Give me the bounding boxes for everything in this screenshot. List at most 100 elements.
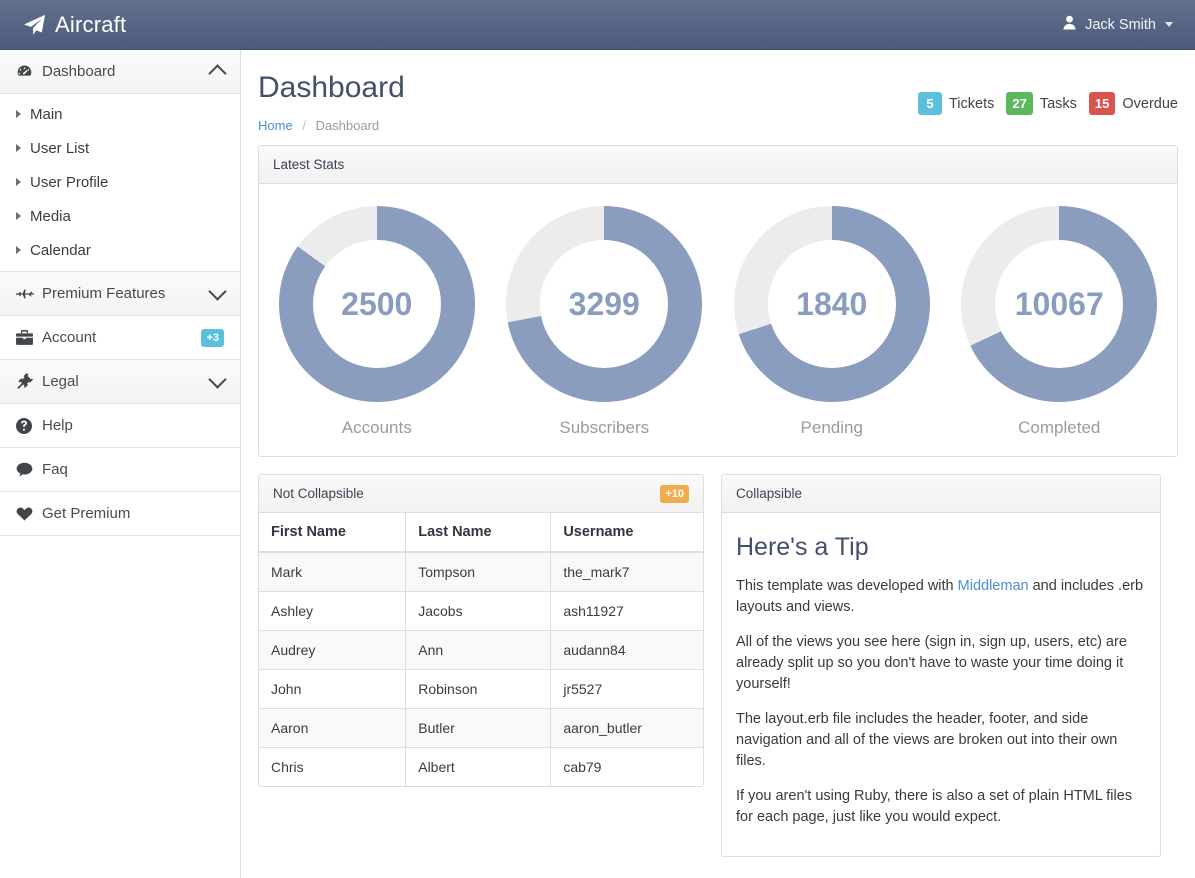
heart-icon (16, 506, 38, 521)
tip-paragraph-4: If you aren't using Ruby, there is also … (736, 788, 1133, 825)
user-menu[interactable]: Jack Smith (1062, 15, 1173, 34)
sidebar-item-help[interactable]: Help (0, 404, 240, 448)
not-collapsible-title: Not Collapsible (273, 486, 364, 501)
user-icon (1062, 15, 1077, 34)
sidebar: Dashboard Main User List User Profile Me… (0, 50, 241, 878)
column-header-first-name: First Name (259, 513, 407, 553)
sidebar-item-dashboard[interactable]: Dashboard (0, 50, 240, 94)
collapsible-panel-header[interactable]: Collapsible (722, 475, 1160, 513)
not-collapsible-panel: Not Collapsible +10 First Name Last Name… (258, 474, 704, 787)
caret-right-icon (16, 212, 21, 220)
page-header: Dashboard Home / Dashboard 5 Tickets 27 … (241, 50, 1195, 145)
donut-value: 2500 (312, 240, 441, 368)
sidebar-item-label: Legal (42, 373, 79, 390)
tickets-label: Tickets (948, 95, 995, 112)
sidebar-subitem-user-profile[interactable]: User Profile (0, 165, 240, 199)
comment-icon (16, 462, 38, 477)
sidebar-subitem-user-list[interactable]: User List (0, 131, 240, 165)
cell-last-name: Albert (405, 747, 552, 786)
tickets-count-badge: 5 (917, 92, 942, 115)
paper-plane-icon (24, 14, 46, 36)
sidebar-subitem-media[interactable]: Media (0, 199, 240, 233)
gavel-icon (16, 373, 38, 390)
sidebar-item-legal[interactable]: Legal (0, 360, 240, 404)
sidebar-item-account[interactable]: Account +3 (0, 316, 240, 360)
latest-stats-panel: Latest Stats 2500 Accounts 3299 Subscrib… (258, 145, 1178, 457)
cell-last-name: Robinson (405, 669, 552, 709)
middleman-link[interactable]: Middleman (958, 578, 1029, 594)
tasks-count-badge: 27 (1006, 92, 1033, 115)
caret-right-icon (16, 144, 21, 152)
overdue-label: Overdue (1122, 95, 1178, 112)
table-row[interactable]: Aaron Butler aaron_butler (259, 708, 703, 748)
cell-username: jr5527 (550, 669, 703, 709)
collapsible-title: Collapsible (736, 486, 803, 501)
table-header-row: First Name Last Name Username (259, 513, 703, 553)
donut-label: Completed (1018, 418, 1101, 437)
caret-down-icon (1165, 22, 1173, 27)
bottom-row: Not Collapsible +10 First Name Last Name… (241, 474, 1195, 874)
cell-first-name: Aaron (259, 708, 407, 748)
sidebar-subitem-label: Media (30, 207, 71, 225)
caret-right-icon (16, 110, 21, 118)
sidebar-subitem-main[interactable]: Main (0, 97, 240, 131)
table-row[interactable]: Chris Albert cab79 (259, 747, 703, 786)
table-row[interactable]: Audrey Ann audann84 (259, 630, 703, 670)
donut-accounts: 2500 Accounts (263, 206, 491, 438)
donut-label: Subscribers (559, 418, 650, 437)
tip-paragraph-3: The layout.erb file includes the header,… (736, 711, 1118, 769)
sidebar-item-faq[interactable]: Faq (0, 448, 240, 492)
breadcrumb: Home / Dashboard (258, 118, 1178, 133)
users-table-head: First Name Last Name Username (259, 513, 703, 553)
table-panel-badge: +10 (660, 484, 689, 503)
briefcase-icon (16, 330, 38, 345)
stat-chip-overdue[interactable]: 15 Overdue (1088, 92, 1178, 115)
sidebar-item-label: Get Premium (42, 505, 131, 522)
donut-value: 1840 (767, 240, 896, 368)
brand-logo[interactable]: Aircraft (24, 12, 126, 38)
cell-username: audann84 (550, 630, 703, 670)
overdue-count-badge: 15 (1088, 92, 1116, 115)
chevron-down-icon[interactable] (208, 282, 227, 301)
sidebar-subitem-label: Calendar (30, 241, 91, 259)
caret-right-icon (16, 178, 21, 186)
latest-stats-title: Latest Stats (273, 157, 345, 172)
table-row[interactable]: Mark Tompson the_mark7 (259, 551, 703, 592)
tip-paragraph-1: This template was developed with Middlem… (736, 576, 1146, 618)
table-row[interactable]: Ashley Jacobs ash11927 (259, 591, 703, 631)
dashboard-submenu: Main User List User Profile Media Calend… (0, 94, 240, 272)
sidebar-subitem-label: User List (30, 139, 90, 157)
chevron-down-icon[interactable] (208, 370, 227, 389)
chevron-up-icon[interactable] (208, 64, 227, 83)
column-header-last-name: Last Name (405, 513, 552, 553)
latest-stats-panel-header: Latest Stats (259, 146, 1177, 184)
collapsible-panel: Collapsible Here's a Tip This template w… (721, 474, 1161, 857)
donut-completed: 10067 Completed (946, 206, 1174, 438)
sidebar-item-label: Account (42, 329, 97, 346)
sidebar-subitem-calendar[interactable]: Calendar (0, 233, 240, 267)
tip-paragraph-2: All of the views you see here (sign in, … (736, 634, 1127, 692)
top-navbar: Aircraft Jack Smith (0, 0, 1195, 50)
breadcrumb-current: Dashboard (315, 118, 380, 133)
cell-username: ash11927 (550, 591, 703, 631)
donut-label: Accounts (341, 418, 412, 437)
cell-last-name: Jacobs (405, 591, 552, 631)
donut-label: Pending (800, 418, 863, 437)
sidebar-item-premium-features[interactable]: Premium Features (0, 272, 240, 316)
donut-chart: 2500 (278, 206, 475, 402)
not-collapsible-panel-header: Not Collapsible +10 (259, 475, 703, 513)
sidebar-item-label: Help (42, 417, 73, 434)
sidebar-item-label: Faq (42, 461, 68, 478)
stat-chip-tickets[interactable]: 5 Tickets (917, 92, 995, 115)
collapsible-panel-body: Here's a Tip This template was developed… (722, 513, 1160, 856)
table-row[interactable]: John Robinson jr5527 (259, 669, 703, 709)
cell-first-name: Chris (259, 747, 407, 786)
column-header-username: Username (550, 513, 703, 553)
donut-chart: 3299 (506, 206, 703, 402)
donut-subscribers: 3299 Subscribers (491, 206, 719, 438)
breadcrumb-home-link[interactable]: Home (258, 118, 293, 133)
sidebar-item-get-premium[interactable]: Get Premium (0, 492, 240, 536)
cell-username: aaron_butler (550, 708, 703, 748)
stat-chip-tasks[interactable]: 27 Tasks (1006, 92, 1077, 115)
left-column: Not Collapsible +10 First Name Last Name… (241, 474, 704, 874)
